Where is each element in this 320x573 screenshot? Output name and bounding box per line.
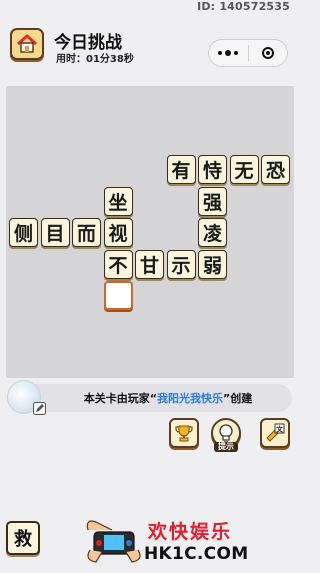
home-button[interactable] (10, 28, 44, 60)
pencil-icon (33, 402, 46, 415)
word-tile[interactable]: 示 (166, 249, 196, 279)
more-button[interactable] (209, 50, 248, 56)
answer-blank-cell[interactable] (103, 281, 133, 310)
timer: 用时：01分38秒 (56, 50, 134, 65)
miniprogram-capsule (208, 39, 288, 67)
word-tile[interactable]: 有 (166, 155, 196, 184)
rescue-button[interactable]: 救 (6, 521, 40, 555)
translate-icon: 文 (266, 423, 285, 442)
watermark-logo: 欢快娱乐 HK1C.COM (82, 514, 248, 570)
lightbulb-icon (219, 424, 233, 443)
timer-value: 01分38秒 (86, 54, 134, 65)
word-tile[interactable]: 侧 (9, 218, 38, 247)
timer-prefix: 用时： (56, 54, 86, 65)
more-dot-icon (225, 50, 232, 56)
gamepad-hands-icon (86, 520, 141, 563)
watermark-en: HK1C.COM (144, 544, 249, 564)
puzzle-board: 有恃无恐坐 强侧目而视 凌不甘示弱 (6, 86, 294, 378)
word-tile[interactable]: 强 (198, 186, 227, 216)
more-dot-icon (234, 51, 239, 55)
word-tile[interactable]: 恃 (198, 155, 227, 184)
id-label: ID: 140572535 (197, 0, 290, 13)
creator-prefix: 本关卡由玩家“ (83, 392, 157, 405)
home-icon (17, 34, 37, 53)
creator-name[interactable]: 我阳光我快乐 (157, 392, 223, 405)
svg-text:文: 文 (276, 425, 284, 434)
word-tile[interactable]: 坐 (103, 186, 133, 216)
more-dot-icon (218, 51, 223, 55)
word-tile[interactable]: 视 (103, 218, 133, 247)
creator-suffix: ”创建 (223, 392, 253, 405)
close-circle-icon (261, 47, 274, 59)
word-tile[interactable]: 甘 (135, 249, 164, 279)
creator-text: 本关卡由玩家“我阳光我快乐”创建 (48, 390, 288, 406)
word-tile[interactable]: 无 (229, 155, 259, 184)
trophy-icon (175, 425, 193, 442)
close-miniprogram-button[interactable] (248, 47, 287, 59)
trophy-button[interactable] (169, 418, 199, 448)
word-tile[interactable]: 不 (103, 249, 133, 279)
hint-caption: 提示 (214, 442, 238, 452)
watermark-cn: 欢快娱乐 (148, 521, 233, 543)
word-tile[interactable]: 凌 (198, 218, 227, 247)
word-tile[interactable]: 恐 (261, 155, 290, 184)
word-tile[interactable]: 目 (40, 218, 70, 247)
translate-button[interactable]: 文 (260, 418, 290, 448)
word-tile[interactable]: 而 (72, 218, 101, 247)
word-tile[interactable]: 弱 (198, 249, 227, 279)
